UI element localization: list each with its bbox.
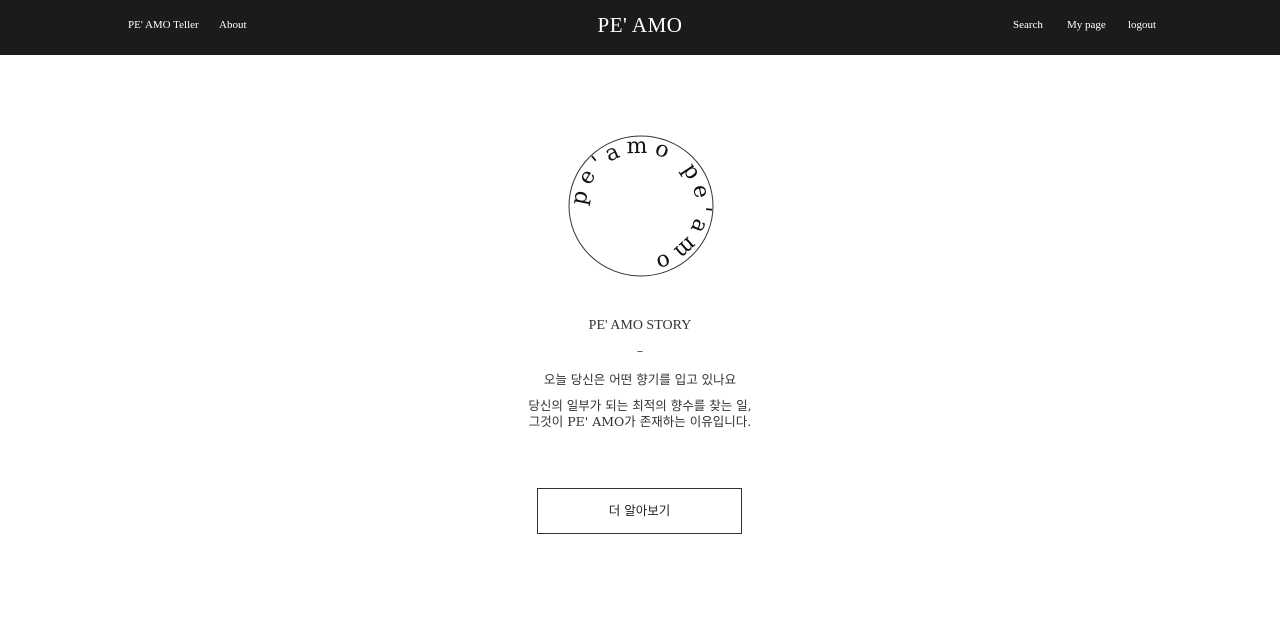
- top-navigation-bar: PE' AMO Teller About PE' AMO Search My p…: [0, 0, 1280, 55]
- nav-link-my-page[interactable]: My page: [1067, 19, 1106, 31]
- story-title: PE' AMO STORY: [588, 318, 692, 333]
- emblem-ring-text: pe'amo pe'amo: [566, 134, 715, 277]
- story-line-1: 오늘 당신은 어떤 향기를 입고 있나요: [543, 372, 737, 387]
- emblem-text-path: pe'amo pe'amo: [566, 134, 709, 277]
- circular-emblem: pe'amo pe'amo: [566, 134, 716, 278]
- learn-more-button[interactable]: 더 알아보기: [537, 488, 742, 534]
- brand-logo-text[interactable]: PE' AMO: [598, 13, 683, 37]
- emblem-svg: pe'amo pe'amo: [566, 134, 715, 277]
- story-divider-dash: –: [637, 344, 643, 358]
- nav-link-logout[interactable]: logout: [1128, 19, 1156, 31]
- story-line-3: 그것이 PE' AMO가 존재하는 이유입니다.: [528, 414, 752, 429]
- nav-link-search[interactable]: Search: [1013, 19, 1043, 31]
